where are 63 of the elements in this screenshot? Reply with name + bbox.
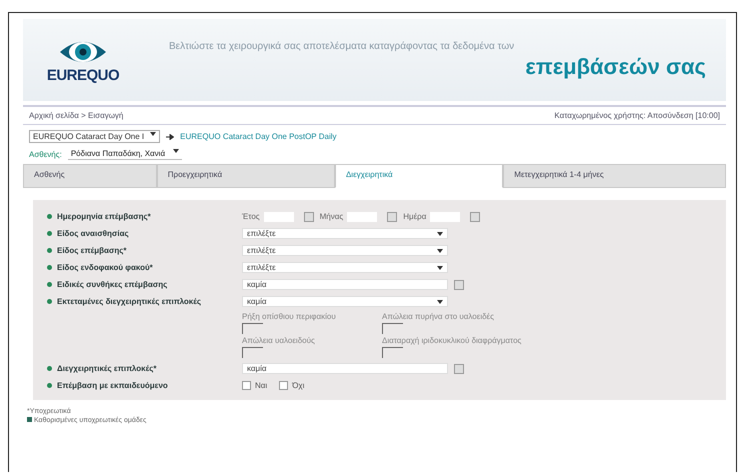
- calendar-icon[interactable]: [387, 212, 398, 222]
- field-label: Μήνας: [320, 212, 344, 221]
- tab[interactable]: Προεγχειρητικά: [156, 164, 335, 188]
- dropdown-caret-icon: [437, 266, 443, 270]
- dropdown-field[interactable]: καμία: [242, 296, 448, 307]
- checkbox-label: Ναι: [255, 381, 268, 390]
- input-field[interactable]: καμία: [242, 279, 448, 290]
- square-icon: [27, 417, 32, 422]
- dropdown-caret-icon: [437, 248, 443, 252]
- bullet-icon: [47, 282, 52, 287]
- field-label: Απώλεια πυρήνα στο υαλοειδές: [382, 312, 495, 321]
- calendar-icon[interactable]: [470, 212, 480, 222]
- tab[interactable]: Διεγχειρητικά: [334, 164, 504, 188]
- field-label: Είδος ενδοφακού φακού*: [57, 263, 153, 272]
- field-label: Ρήξη οπίσθιου περιφακίου: [242, 312, 337, 321]
- dropdown-field[interactable]: επιλέξτε: [242, 245, 448, 256]
- checkbox-label: Όχι: [292, 381, 304, 390]
- input-field[interactable]: [382, 323, 403, 334]
- dropdown-caret-icon: [173, 149, 180, 153]
- bullet-icon: [47, 248, 52, 253]
- calendar-icon[interactable]: [454, 364, 464, 374]
- dropdown-caret-icon: [437, 300, 443, 304]
- breadcrumb[interactable]: Αρχική σελίδα > Εισαγωγή: [29, 111, 124, 120]
- dropdown-field[interactable]: επιλέξτε: [242, 262, 448, 273]
- bullet-icon: [47, 214, 52, 219]
- field-label: Ημερομηνία επέμβασης*: [57, 212, 151, 221]
- bullet-icon: [47, 366, 52, 371]
- tab[interactable]: Ασθενής: [23, 164, 157, 188]
- user-info: Καταχωρημένος χρήστης: Αποσύνδεση [10:00]: [554, 111, 720, 120]
- study-select[interactable]: EUREQUO Cataract Day One I: [29, 130, 160, 143]
- field-label: Έτος: [242, 212, 260, 221]
- dropdown-field[interactable]: επιλέξτε: [242, 228, 448, 239]
- logo-text: EUREQUO: [46, 66, 120, 84]
- bullet-icon: [47, 231, 52, 236]
- bullet-icon: [47, 299, 52, 304]
- input-field[interactable]: καμία: [242, 363, 448, 374]
- bullet-icon: [47, 383, 52, 388]
- calendar-icon[interactable]: [304, 212, 314, 222]
- patient-select[interactable]: Ρόδιανα Παπαδάκη, Χανιά: [68, 148, 182, 160]
- study-link[interactable]: EUREQUO Cataract Day One PostOP Daily: [180, 132, 337, 141]
- field-label: Απώλεια υαλοειδούς: [242, 336, 316, 345]
- patient-label: Ασθενής:: [29, 150, 62, 158]
- field-label: Διεγχειρητικές επιπλοκές*: [57, 364, 156, 373]
- field-label: Διαταραχή ιριδοκυκλικού διαφράγματος: [382, 336, 522, 345]
- field-label: Ειδικές συνθήκες επέμβασης: [57, 280, 168, 289]
- bullet-icon: [47, 265, 52, 270]
- field-label: Επέμβαση με εκπαιδευόμενο: [57, 381, 168, 390]
- dropdown-caret-icon: [437, 232, 443, 236]
- headline: επεμβάσεών σας: [525, 54, 706, 80]
- calendar-icon[interactable]: [454, 280, 464, 290]
- input-field[interactable]: [242, 347, 263, 358]
- input-field[interactable]: [242, 323, 263, 334]
- dropdown-caret-icon: [150, 132, 156, 136]
- checkbox[interactable]: [279, 381, 288, 390]
- arrow-icon: [166, 134, 174, 140]
- field-label: Είδος επέμβασης*: [57, 246, 127, 255]
- field-label: Ημέρα: [403, 212, 426, 221]
- checkbox[interactable]: [242, 381, 251, 390]
- field-label: Είδος αναισθησίας: [57, 229, 129, 238]
- input-field[interactable]: [382, 347, 403, 358]
- tagline: Βελτιώστε τα χειρουργικά σας αποτελέσματα καταγράφοντας τα δεδομένα των: [169, 40, 514, 52]
- field-label: Εκτεταμένες διεγχειρητικές επιπλοκές: [57, 297, 202, 306]
- tab[interactable]: Μετεγχειρητικά 1-4 μήνες: [503, 164, 726, 188]
